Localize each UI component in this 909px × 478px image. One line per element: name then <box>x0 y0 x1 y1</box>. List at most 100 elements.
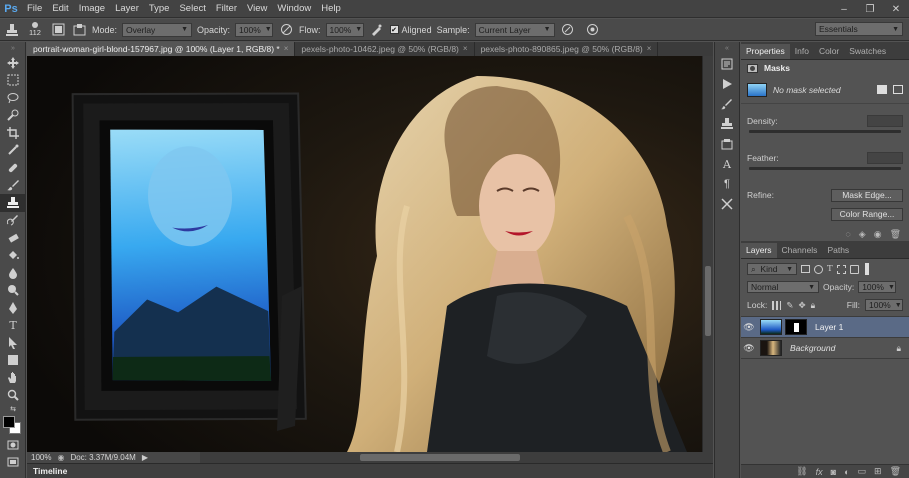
mode-select[interactable]: Overlay ▼ <box>122 22 193 37</box>
status-info-icon[interactable]: ◉ <box>57 453 64 462</box>
tab-properties[interactable]: Properties <box>741 44 790 59</box>
new-layer-icon[interactable]: ⊞ <box>874 466 882 477</box>
close-button[interactable]: ✕ <box>883 0 909 18</box>
pressure-size-icon[interactable] <box>585 22 601 38</box>
lock-all-icon[interactable]: 🔒︎ <box>811 300 816 311</box>
opacity-select[interactable]: 100% ▼ <box>235 22 274 37</box>
pressure-opacity-icon[interactable] <box>278 22 294 38</box>
path-selection-tool-icon[interactable] <box>0 334 26 352</box>
visibility-eye-icon[interactable]: 👁︎ <box>741 343 757 354</box>
tab-paths[interactable]: Paths <box>822 243 854 258</box>
apply-mask-icon[interactable]: ◈ <box>859 229 866 240</box>
smart-object-filter-icon[interactable] <box>849 264 859 274</box>
paint-bucket-tool-icon[interactable] <box>0 247 26 265</box>
lock-position-icon[interactable]: ✥ <box>798 300 805 311</box>
type-filter-icon[interactable]: T <box>827 264 833 274</box>
tab-info[interactable]: Info <box>790 44 814 59</box>
toggle-clone-source-icon[interactable] <box>71 22 87 38</box>
move-tool-icon[interactable] <box>0 54 26 72</box>
fill-select[interactable]: 100% ▼ <box>865 299 903 311</box>
panel-collapse-icon[interactable]: » <box>0 42 26 54</box>
close-icon[interactable]: × <box>647 42 652 56</box>
aligned-checkbox[interactable]: ✔ Aligned <box>389 25 432 35</box>
pen-tool-icon[interactable] <box>0 299 26 317</box>
layer-kind-select[interactable]: ⌕ Kind ▼ <box>747 263 797 275</box>
density-input[interactable] <box>867 115 903 127</box>
healing-brush-tool-icon[interactable] <box>0 159 26 177</box>
brush-size-picker[interactable]: 112 <box>25 22 45 37</box>
tab-color[interactable]: Color <box>814 44 844 59</box>
tool-presets-panel-icon[interactable] <box>715 134 739 154</box>
blend-mode-select[interactable]: Normal ▼ <box>747 281 819 293</box>
clone-source-panel-icon[interactable] <box>715 114 739 134</box>
horizontal-scrollbar[interactable] <box>200 452 713 463</box>
filter-toggle-icon[interactable] <box>864 263 869 275</box>
history-panel-icon[interactable] <box>715 54 739 74</box>
menu-window[interactable]: Window <box>272 0 316 18</box>
clone-stamp-tool-icon[interactable] <box>0 194 26 212</box>
horizontal-scroll-thumb[interactable] <box>360 454 520 461</box>
zoom-tool-icon[interactable] <box>0 387 26 405</box>
adjustments-panel-icon[interactable] <box>715 194 739 214</box>
history-brush-tool-icon[interactable] <box>0 212 26 230</box>
layer-row[interactable]: 👁︎ Layer 1 <box>741 317 909 338</box>
dock-collapse-icon[interactable]: « <box>715 42 739 54</box>
type-tool-icon[interactable]: T <box>0 317 26 335</box>
ignore-adjustment-layers-icon[interactable] <box>560 22 576 38</box>
lock-transparent-icon[interactable] <box>772 300 782 310</box>
menu-file[interactable]: File <box>22 0 47 18</box>
menu-image[interactable]: Image <box>74 0 110 18</box>
lasso-tool-icon[interactable] <box>0 89 26 107</box>
layer-style-icon[interactable]: fx <box>816 467 823 477</box>
toggle-brush-panel-icon[interactable] <box>50 22 66 38</box>
link-layers-icon[interactable]: ⛓︎ <box>796 466 807 477</box>
eraser-tool-icon[interactable] <box>0 229 26 247</box>
timeline-panel-tab[interactable]: Timeline <box>27 463 713 478</box>
load-selection-icon[interactable]: ◌ <box>845 229 850 239</box>
add-vector-mask-icon[interactable] <box>893 85 903 94</box>
tab-channels[interactable]: Channels <box>777 243 823 258</box>
crop-tool-icon[interactable] <box>0 124 26 142</box>
adjustment-layer-icon[interactable]: ◐ <box>844 467 849 477</box>
menu-layer[interactable]: Layer <box>110 0 144 18</box>
eyedropper-tool-icon[interactable] <box>0 142 26 160</box>
delete-mask-icon[interactable]: 🗑︎ <box>890 229 901 240</box>
character-panel-icon[interactable]: A <box>715 154 739 174</box>
marquee-tool-icon[interactable] <box>0 72 26 90</box>
close-icon[interactable]: × <box>463 42 468 56</box>
new-group-icon[interactable]: ▭ <box>858 466 867 477</box>
tab-layers[interactable]: Layers <box>741 243 777 258</box>
shape-filter-icon[interactable] <box>836 264 846 274</box>
zoom-level[interactable]: 100% <box>31 453 51 462</box>
pixel-filter-icon[interactable] <box>801 265 810 273</box>
feather-input[interactable] <box>867 152 903 164</box>
density-slider[interactable] <box>749 130 901 133</box>
add-mask-icon[interactable]: ◙ <box>831 467 836 477</box>
menu-edit[interactable]: Edit <box>47 0 73 18</box>
toggle-mask-icon[interactable]: ◉ <box>874 229 882 240</box>
layer-opacity-select[interactable]: 100% ▼ <box>858 281 897 293</box>
document-tab[interactable]: pexels-photo-10462.jpeg @ 50% (RGB/8) × <box>295 42 475 56</box>
visibility-eye-icon[interactable]: 👁︎ <box>741 322 757 333</box>
layer-mask-thumbnail[interactable] <box>785 319 807 335</box>
flow-select[interactable]: 100% ▼ <box>325 22 364 37</box>
shape-tool-icon[interactable] <box>0 352 26 370</box>
menu-filter[interactable]: Filter <box>211 0 242 18</box>
menu-select[interactable]: Select <box>174 0 210 18</box>
vertical-scroll-thumb[interactable] <box>705 266 711 336</box>
tab-swatches[interactable]: Swatches <box>844 44 891 59</box>
paragraph-panel-icon[interactable]: ¶ <box>715 174 739 194</box>
sample-select[interactable]: Current Layer ▼ <box>474 22 555 37</box>
minimize-button[interactable]: – <box>831 0 857 18</box>
quick-mask-icon[interactable] <box>0 436 26 454</box>
brush-panel-icon[interactable] <box>715 94 739 114</box>
dodge-tool-icon[interactable] <box>0 282 26 300</box>
document-canvas[interactable] <box>27 56 702 452</box>
menu-type[interactable]: Type <box>144 0 175 18</box>
color-range-button[interactable]: Color Range... <box>831 207 903 221</box>
menu-help[interactable]: Help <box>316 0 346 18</box>
feather-slider[interactable] <box>749 167 901 170</box>
document-tab[interactable]: pexels-photo-890865.jpeg @ 50% (RGB/8) × <box>475 42 659 56</box>
vertical-scrollbar[interactable] <box>702 56 713 452</box>
document-tab[interactable]: portrait-woman-girl-blond-157967.jpg @ 1… <box>27 42 296 56</box>
